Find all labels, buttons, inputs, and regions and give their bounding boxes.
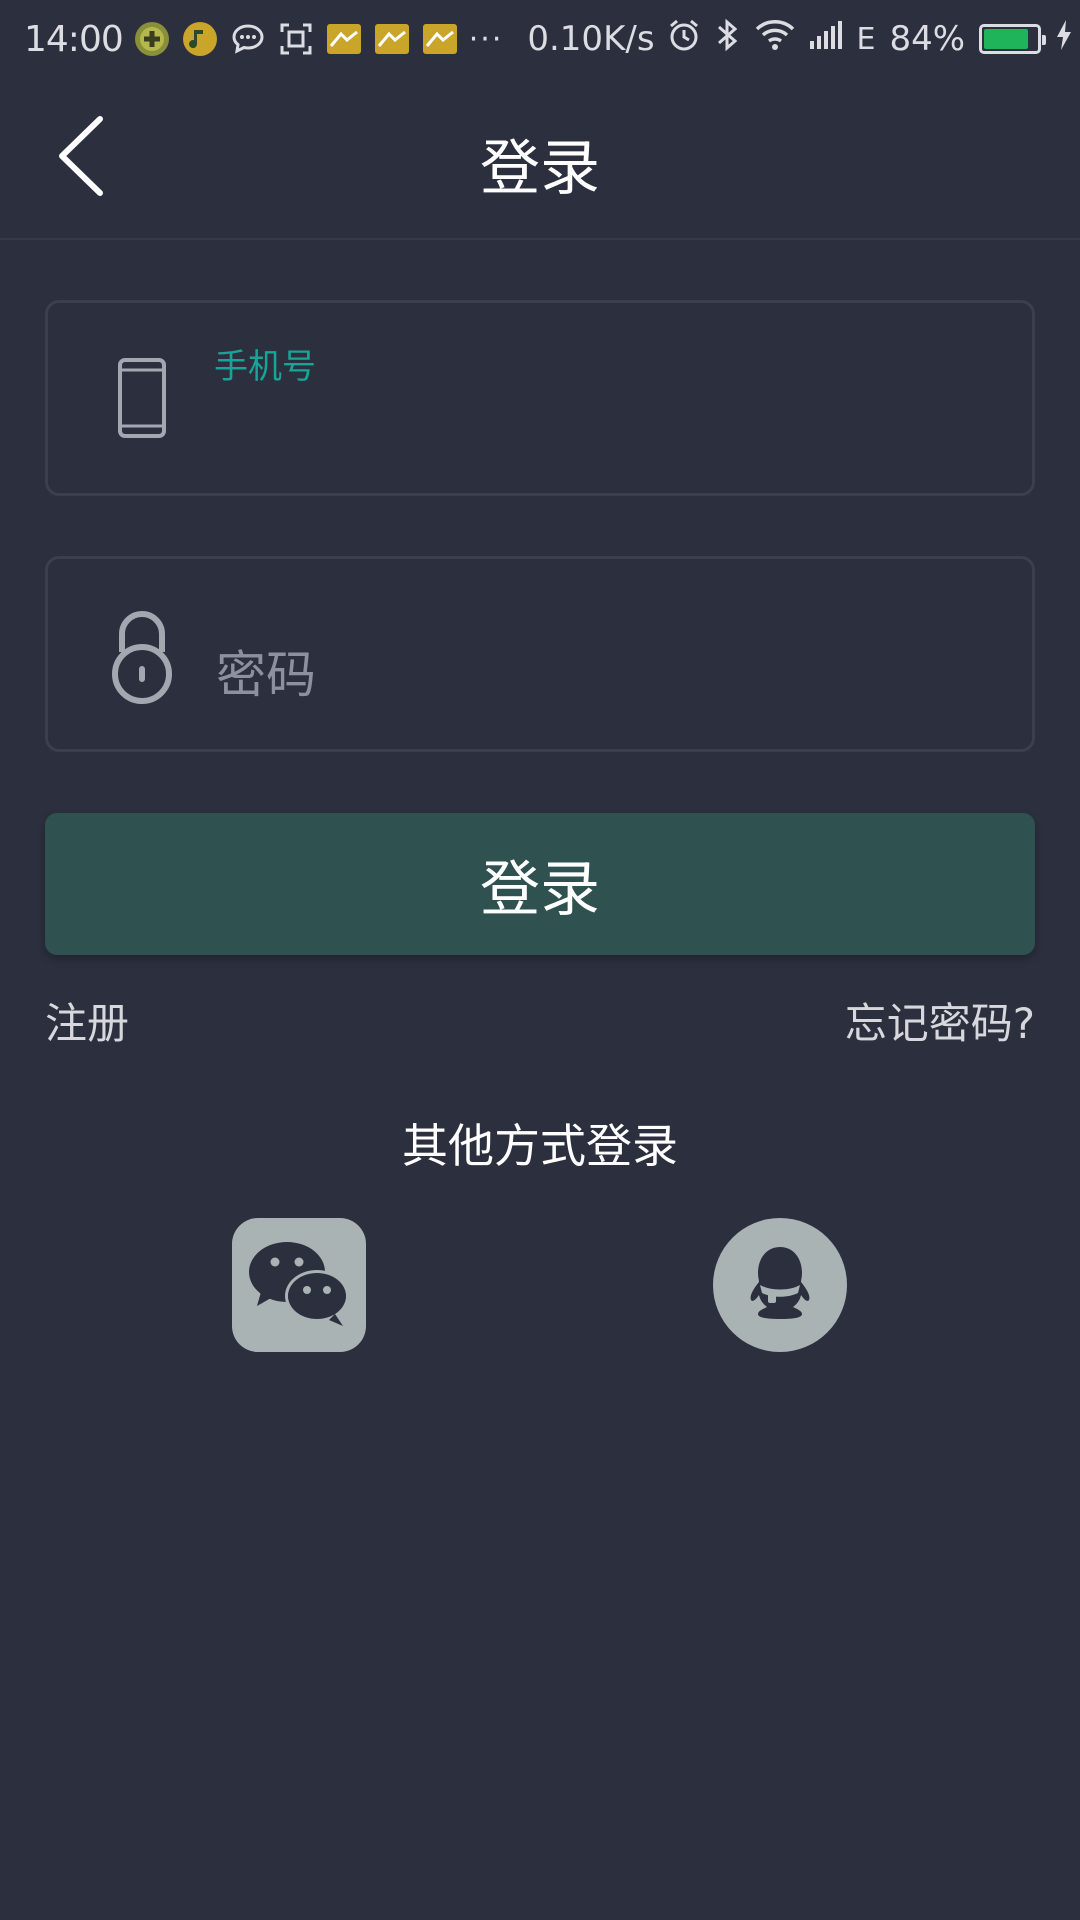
screenshot-icon <box>277 20 315 58</box>
other-login-title: 其他方式登录 <box>402 1119 678 1173</box>
phone-label: 手机号 <box>214 347 316 387</box>
net-speed: 0.10K/s <box>527 19 655 59</box>
alarm-icon <box>667 18 701 61</box>
app-notification-icon <box>373 20 411 58</box>
lock-icon <box>106 604 178 704</box>
page-title: 登录 <box>480 134 600 204</box>
status-bar: 14:00 ··· 0.10K/s E 84% <box>0 0 1080 78</box>
header: 登录 <box>0 78 1080 240</box>
network-type: E <box>856 21 876 57</box>
charging-icon <box>1055 19 1073 60</box>
forgot-password-link[interactable]: 忘记密码? <box>845 990 1035 1051</box>
battery-percent: 84% <box>889 19 966 59</box>
phone-field[interactable]: 手机号 <box>45 300 1035 496</box>
register-link[interactable]: 注册 <box>45 990 129 1051</box>
bluetooth-icon <box>715 17 741 62</box>
music-app-icon <box>181 20 219 58</box>
phone-icon <box>106 348 178 448</box>
app-notification-icon <box>421 20 459 58</box>
login-button[interactable]: 登录 <box>45 813 1035 955</box>
status-time: 14:00 <box>24 18 124 60</box>
password-input[interactable] <box>214 639 992 711</box>
battery-icon <box>979 24 1047 54</box>
phone-input[interactable] <box>214 387 992 459</box>
wechat-icon <box>247 1240 351 1330</box>
plus-app-icon <box>133 20 171 58</box>
app-notification-icon <box>325 20 363 58</box>
signal-icon <box>809 19 843 60</box>
qq-login-button[interactable] <box>713 1218 847 1352</box>
wechat-login-button[interactable] <box>232 1218 366 1352</box>
more-notifications: ··· <box>468 21 504 57</box>
notification-icons: ··· 0.10K/s <box>133 19 667 59</box>
password-field[interactable] <box>45 556 1035 752</box>
wifi-icon <box>755 19 795 60</box>
chat-bubble-icon <box>229 20 267 58</box>
battery-fill <box>984 29 1028 49</box>
qq-icon <box>744 1243 816 1327</box>
system-icons: E 84% <box>667 17 1074 62</box>
